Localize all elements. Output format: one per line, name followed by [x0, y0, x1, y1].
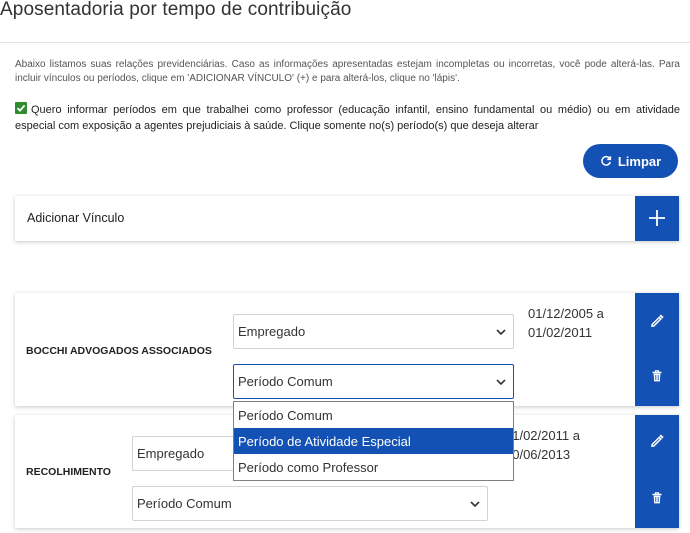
chevron-down-icon: [496, 379, 506, 386]
entity-name: BOCCHI ADVOGADOS ASSOCIADOS: [26, 345, 212, 357]
period-end: 01/02/2011: [528, 325, 593, 340]
page-title: Aposentadoria por tempo de contribuição: [0, 0, 352, 20]
period-end: 30/06/2013: [505, 447, 571, 462]
card-actions: [635, 415, 679, 528]
dropdown-option[interactable]: Período de Atividade Especial: [234, 428, 513, 454]
chevron-down-icon: [470, 501, 480, 508]
add-link-label: Adicionar Vínculo: [27, 211, 125, 225]
professor-checkbox[interactable]: [15, 102, 27, 114]
add-link-button[interactable]: [635, 196, 679, 241]
refresh-icon: [601, 155, 611, 166]
plus-icon: [649, 210, 665, 226]
add-link-card: Adicionar Vínculo: [15, 196, 679, 241]
clear-button-label: Limpar: [617, 153, 662, 169]
period-dates: 01/12/2005 a 01/02/2011: [528, 304, 604, 342]
clear-button[interactable]: Limpar: [583, 144, 678, 178]
trash-icon[interactable]: [650, 369, 664, 383]
title-divider: [0, 42, 690, 43]
dropdown-option[interactable]: Período como Professor: [234, 454, 513, 480]
period-type-value: Período Comum: [238, 374, 333, 389]
pencil-icon[interactable]: [650, 434, 664, 448]
period-start: 01/12/2005 a: [528, 306, 604, 321]
dropdown-option[interactable]: Período Comum: [234, 402, 513, 428]
link-type-select[interactable]: Empregado: [233, 314, 514, 349]
period-type-select[interactable]: Período Comum: [233, 364, 514, 399]
period-type-dropdown: Período Comum Período de Atividade Espec…: [233, 401, 514, 481]
card-actions: [635, 293, 679, 406]
intro-text: Abaixo listamos suas relações previdenci…: [15, 59, 680, 84]
trash-icon[interactable]: [650, 491, 664, 505]
period-dates: 01/02/2011 a 30/06/2013: [505, 426, 580, 464]
professor-checkbox-label[interactable]: Quero informar períodos em que trabalhei…: [15, 102, 680, 134]
period-start: 01/02/2011 a: [505, 428, 580, 443]
entity-name: RECOLHIMENTO: [26, 466, 111, 478]
link-type-value: Empregado: [238, 324, 306, 339]
period-type-value: Período Comum: [137, 496, 232, 511]
period-type-select[interactable]: Período Comum: [132, 486, 488, 521]
chevron-down-icon: [496, 329, 506, 336]
check-icon: [16, 104, 26, 112]
link-type-value: Empregado: [137, 446, 205, 461]
link-card-1: BOCCHI ADVOGADOS ASSOCIADOS Empregado Pe…: [15, 293, 679, 406]
pencil-icon[interactable]: [650, 314, 664, 328]
professor-checkbox-row: Quero informar períodos em que trabalhei…: [15, 102, 680, 134]
